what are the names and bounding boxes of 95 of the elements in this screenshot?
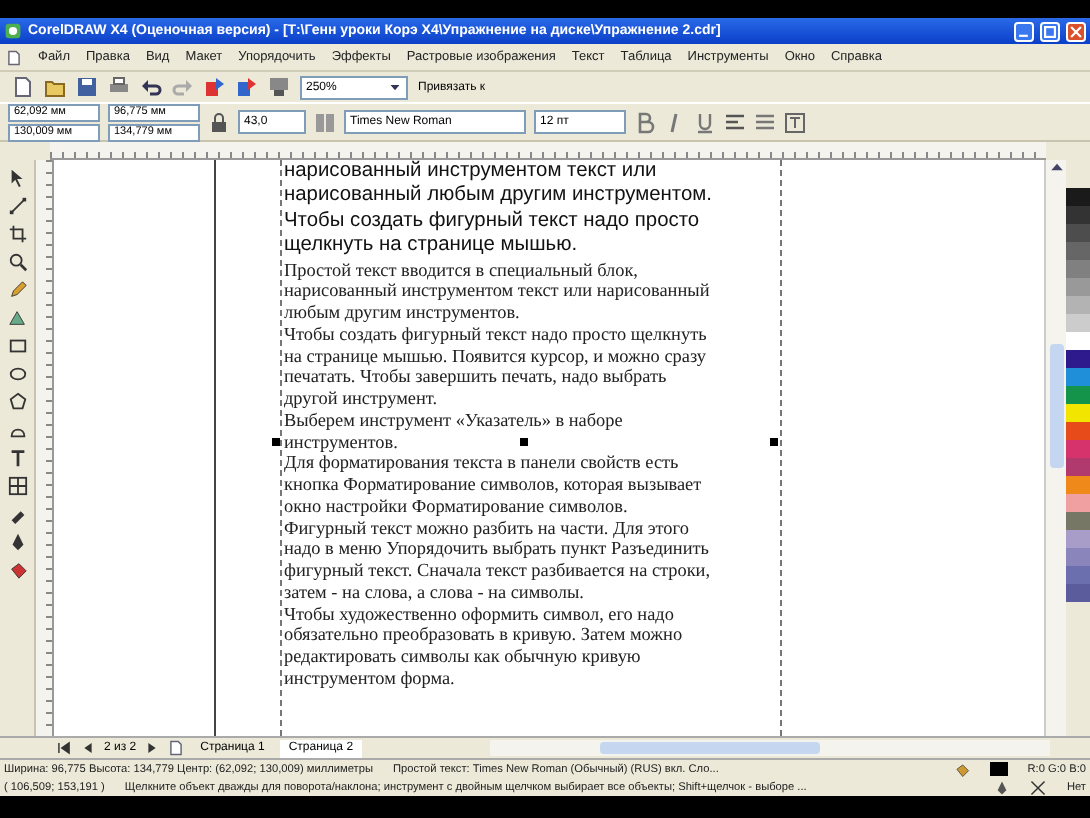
horizontal-scrollbar[interactable] xyxy=(489,740,1050,756)
no-outline-icon xyxy=(1030,779,1047,795)
polygon-icon[interactable] xyxy=(7,392,27,412)
text-line: окно настройки Форматирование символов. xyxy=(284,495,628,518)
color-swatch[interactable] xyxy=(1066,332,1090,350)
bold-icon[interactable] xyxy=(634,111,656,133)
close-button[interactable] xyxy=(1066,21,1086,41)
color-swatch[interactable] xyxy=(1066,296,1090,314)
color-swatch[interactable] xyxy=(1066,422,1090,440)
text-line: инструментов. xyxy=(284,431,398,453)
color-swatch[interactable] xyxy=(1066,440,1090,458)
color-swatch[interactable] xyxy=(1066,494,1090,512)
scrollbar-thumb[interactable] xyxy=(599,742,820,754)
text-line: обязательно преобразовать в кривую. Затем можно xyxy=(284,624,683,647)
maximize-button[interactable] xyxy=(1040,21,1060,41)
import-icon[interactable] xyxy=(204,76,226,98)
color-swatch[interactable] xyxy=(1066,368,1090,386)
add-page-icon[interactable] xyxy=(168,740,185,756)
lock-icon[interactable] xyxy=(208,111,230,133)
text-line: затем - на слова, а слова - на символы. xyxy=(284,581,584,604)
color-swatch[interactable] xyxy=(1066,512,1090,530)
color-swatch[interactable] xyxy=(1066,314,1090,332)
color-swatch[interactable] xyxy=(1066,278,1090,296)
scrollbar-thumb[interactable] xyxy=(1049,344,1063,468)
color-swatch[interactable] xyxy=(1066,476,1090,494)
rectangle-icon[interactable] xyxy=(7,336,27,356)
pointer-icon[interactable] xyxy=(7,168,27,188)
zoom-icon[interactable] xyxy=(7,252,27,272)
selection-handle[interactable] xyxy=(520,438,528,446)
ellipse-icon[interactable] xyxy=(7,364,27,384)
text-line: нарисованный инструментом текст или нарисованный xyxy=(284,280,710,303)
text-line: Чтобы создать фигурный текст надо просто xyxy=(284,209,700,235)
color-swatch[interactable] xyxy=(1066,242,1090,260)
text-line: другой инструмент. xyxy=(284,388,437,410)
text-line: инструментом форма. xyxy=(284,667,455,690)
previous-page-icon[interactable] xyxy=(80,740,96,756)
maximize-icon xyxy=(1044,25,1056,37)
color-swatch[interactable] xyxy=(1066,566,1090,584)
next-page-icon[interactable] xyxy=(144,740,161,756)
text-line: Выберем инструмент «Указатель» в наборе xyxy=(284,409,623,432)
up-arrow-icon[interactable] xyxy=(1049,160,1063,174)
align-icon[interactable] xyxy=(724,111,746,133)
close-icon xyxy=(1070,25,1082,37)
selection-handle[interactable] xyxy=(272,438,280,446)
color-swatch[interactable] xyxy=(1066,458,1090,476)
text-line: надо в меню Упорядочить выбрать пункт Разъединить xyxy=(284,538,709,561)
app-logo-icon xyxy=(4,22,22,40)
folder-icon[interactable] xyxy=(44,76,66,98)
fill-color-swatch xyxy=(989,762,1008,776)
text-line: Фигурный текст можно разбить на части. Для этого xyxy=(284,517,689,539)
text-line: редактировать символы как обычную кривую xyxy=(284,646,641,668)
text-frame-icon[interactable] xyxy=(784,111,806,133)
text-line: Простой текст вводится в специальный блок, xyxy=(284,259,638,281)
text-line: Чтобы создать фигурный текст надо просто щелкнуть xyxy=(284,323,707,346)
first-page-icon[interactable] xyxy=(56,740,72,756)
color-swatch[interactable] xyxy=(1066,350,1090,368)
text-line: на странице мышью. Появится курсор, и можно сразу xyxy=(284,345,706,367)
text-line: Чтобы художественно оформить символ, его надо xyxy=(284,603,674,625)
columns-icon[interactable] xyxy=(314,111,336,133)
redo-arrow-icon[interactable] xyxy=(172,76,194,98)
selection-handle[interactable] xyxy=(770,438,778,446)
color-swatch[interactable] xyxy=(1066,188,1090,206)
text-line: нарисованный инструментом текст или xyxy=(284,160,657,184)
undo-arrow-icon[interactable] xyxy=(140,76,162,98)
color-swatch[interactable] xyxy=(1066,548,1090,566)
text-line: Для форматирования текста в панели свойств есть xyxy=(284,452,679,475)
table-icon[interactable] xyxy=(7,476,27,496)
minimize-button[interactable] xyxy=(1014,21,1034,41)
text-line: фигурный текст. Сначала текст разбивается на строки, xyxy=(284,560,711,582)
shape-node-icon[interactable] xyxy=(7,196,27,216)
document-icon xyxy=(6,49,22,65)
color-swatch[interactable] xyxy=(1066,530,1090,548)
new-document-icon[interactable] xyxy=(12,76,34,98)
color-swatch[interactable] xyxy=(1066,260,1090,278)
export-icon[interactable] xyxy=(236,76,258,98)
text-line: нарисованный любым другим инструментом. xyxy=(284,184,712,210)
color-swatch[interactable] xyxy=(1066,224,1090,242)
pencil-icon[interactable] xyxy=(7,280,27,300)
save-icon[interactable] xyxy=(76,76,98,98)
text-line: щелкнуть на странице мышью. xyxy=(284,234,578,260)
color-swatch[interactable] xyxy=(1066,404,1090,422)
list-icon[interactable] xyxy=(754,111,776,133)
text-tool-icon[interactable] xyxy=(7,448,27,468)
color-swatch[interactable] xyxy=(1066,386,1090,404)
text-line: печатать. Чтобы завершить печать, надо выбрать xyxy=(284,366,667,389)
text-line: кнопка Форматирование символов, которая вызывает xyxy=(284,474,702,496)
printer-icon[interactable] xyxy=(108,76,130,98)
text-line: любым другим инструментов. xyxy=(284,302,520,324)
application-launcher-icon[interactable] xyxy=(268,76,290,98)
vertical-scrollbar[interactable] xyxy=(1044,160,1066,736)
crop-icon[interactable] xyxy=(7,224,27,244)
color-swatch[interactable] xyxy=(1066,584,1090,602)
underline-icon[interactable] xyxy=(694,111,716,133)
color-swatch[interactable] xyxy=(1066,206,1090,224)
caret-icon xyxy=(388,80,402,94)
